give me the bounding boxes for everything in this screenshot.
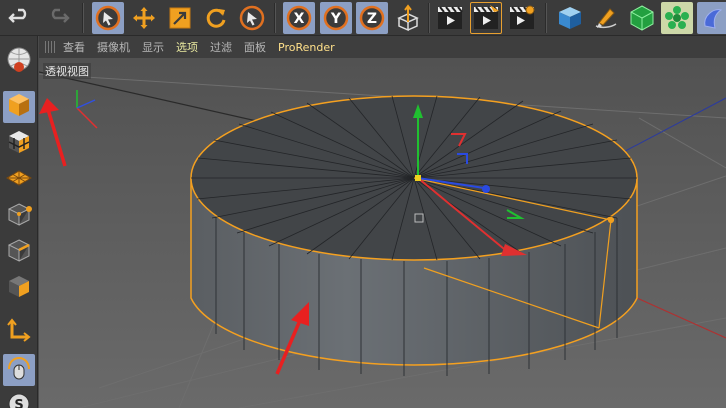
perspective-viewport[interactable]: 查看 摄像机 显示 选项 过滤 面板 ProRender 透视视图 [39,36,726,408]
axis-mode-button[interactable] [3,316,35,348]
svg-text:Z: Z [367,11,377,27]
left-toolbar: S [0,36,38,408]
tweak-mode-button[interactable] [3,354,35,386]
z-axis-icon: Z [358,4,386,32]
render-view-button[interactable] [434,2,466,34]
menu-cameras[interactable]: 摄像机 [97,39,130,55]
tweak-mode-icon [6,355,32,385]
workplane-icon [5,165,33,195]
coordinate-system-button[interactable] [392,2,424,34]
workplane-button[interactable] [3,164,35,196]
make-editable-button[interactable] [3,46,35,78]
undo-button[interactable] [4,2,36,34]
render-to-picture-viewer-icon [471,3,501,33]
select-tool-button[interactable] [92,2,124,34]
cloner-button[interactable] [661,2,693,34]
subdivision-surface-button[interactable] [626,2,658,34]
render-view-icon [435,3,465,33]
texture-mode-button[interactable] [3,128,35,160]
points-mode-icon [6,201,32,231]
menu-display[interactable]: 显示 [142,39,164,55]
redo-icon [46,6,70,30]
texture-mode-icon [6,129,32,159]
scale-tool-button[interactable] [164,2,196,34]
add-cube-button[interactable] [554,2,586,34]
points-mode-button[interactable] [3,200,35,232]
x-axis-icon: X [285,4,313,32]
live-select-button[interactable] [236,2,268,34]
y-axis-lock-button[interactable]: Y [320,2,352,34]
pen-tool-button[interactable] [590,2,622,34]
subdivision-icon [628,4,656,32]
snap-icon: S [6,391,32,408]
deformer-icon [699,4,726,32]
polygons-mode-icon [6,273,32,303]
svg-text:S: S [14,398,23,408]
menu-prorender[interactable]: ProRender [278,41,335,54]
move-icon [131,5,157,31]
menu-filter[interactable]: 过滤 [210,39,232,55]
render-settings-icon [507,3,537,33]
view-label: 透视视图 [43,63,91,79]
model-mode-button[interactable] [3,91,35,123]
cylinder-object [190,95,638,376]
x-axis-lock-button[interactable]: X [283,2,315,34]
edges-mode-icon [6,237,32,267]
live-select-icon [238,4,266,32]
menu-options[interactable]: 选项 [176,39,198,55]
select-arrow-icon [94,4,122,32]
rotate-tool-button[interactable] [200,2,232,34]
model-mode-icon [6,92,32,122]
viewport-scene[interactable] [39,58,726,408]
deformer-button[interactable] [697,2,726,34]
axis-mode-icon [6,317,32,347]
viewport-menubar: 查看 摄像机 显示 选项 过滤 面板 ProRender [39,36,726,58]
snap-button[interactable]: S [3,390,35,408]
render-to-picture-viewer-button[interactable] [470,2,502,34]
redo-button[interactable] [42,2,74,34]
cube-icon [556,4,584,32]
edges-mode-button[interactable] [3,236,35,268]
y-axis-icon: Y [322,4,350,32]
render-settings-button[interactable] [506,2,538,34]
grip-icon[interactable] [45,41,57,53]
menu-panel[interactable]: 面板 [244,39,266,55]
cloner-icon [663,4,691,32]
scale-icon [167,5,193,31]
svg-text:Y: Y [330,11,342,27]
menu-view[interactable]: 查看 [63,39,85,55]
svg-text:X: X [294,11,305,27]
z-axis-lock-button[interactable]: Z [356,2,388,34]
polygons-mode-button[interactable] [3,272,35,304]
main-toolbar: X Y Z [0,0,726,36]
cinema4d-window: X Y Z S 查看 摄像机 显示 选项 过滤 面板 ProRender 透视视… [0,0,726,408]
make-editable-icon [4,45,34,79]
move-tool-button[interactable] [128,2,160,34]
coordinate-system-icon [394,4,422,32]
undo-icon [8,6,32,30]
pen-icon [592,4,620,32]
rotate-icon [203,5,229,31]
